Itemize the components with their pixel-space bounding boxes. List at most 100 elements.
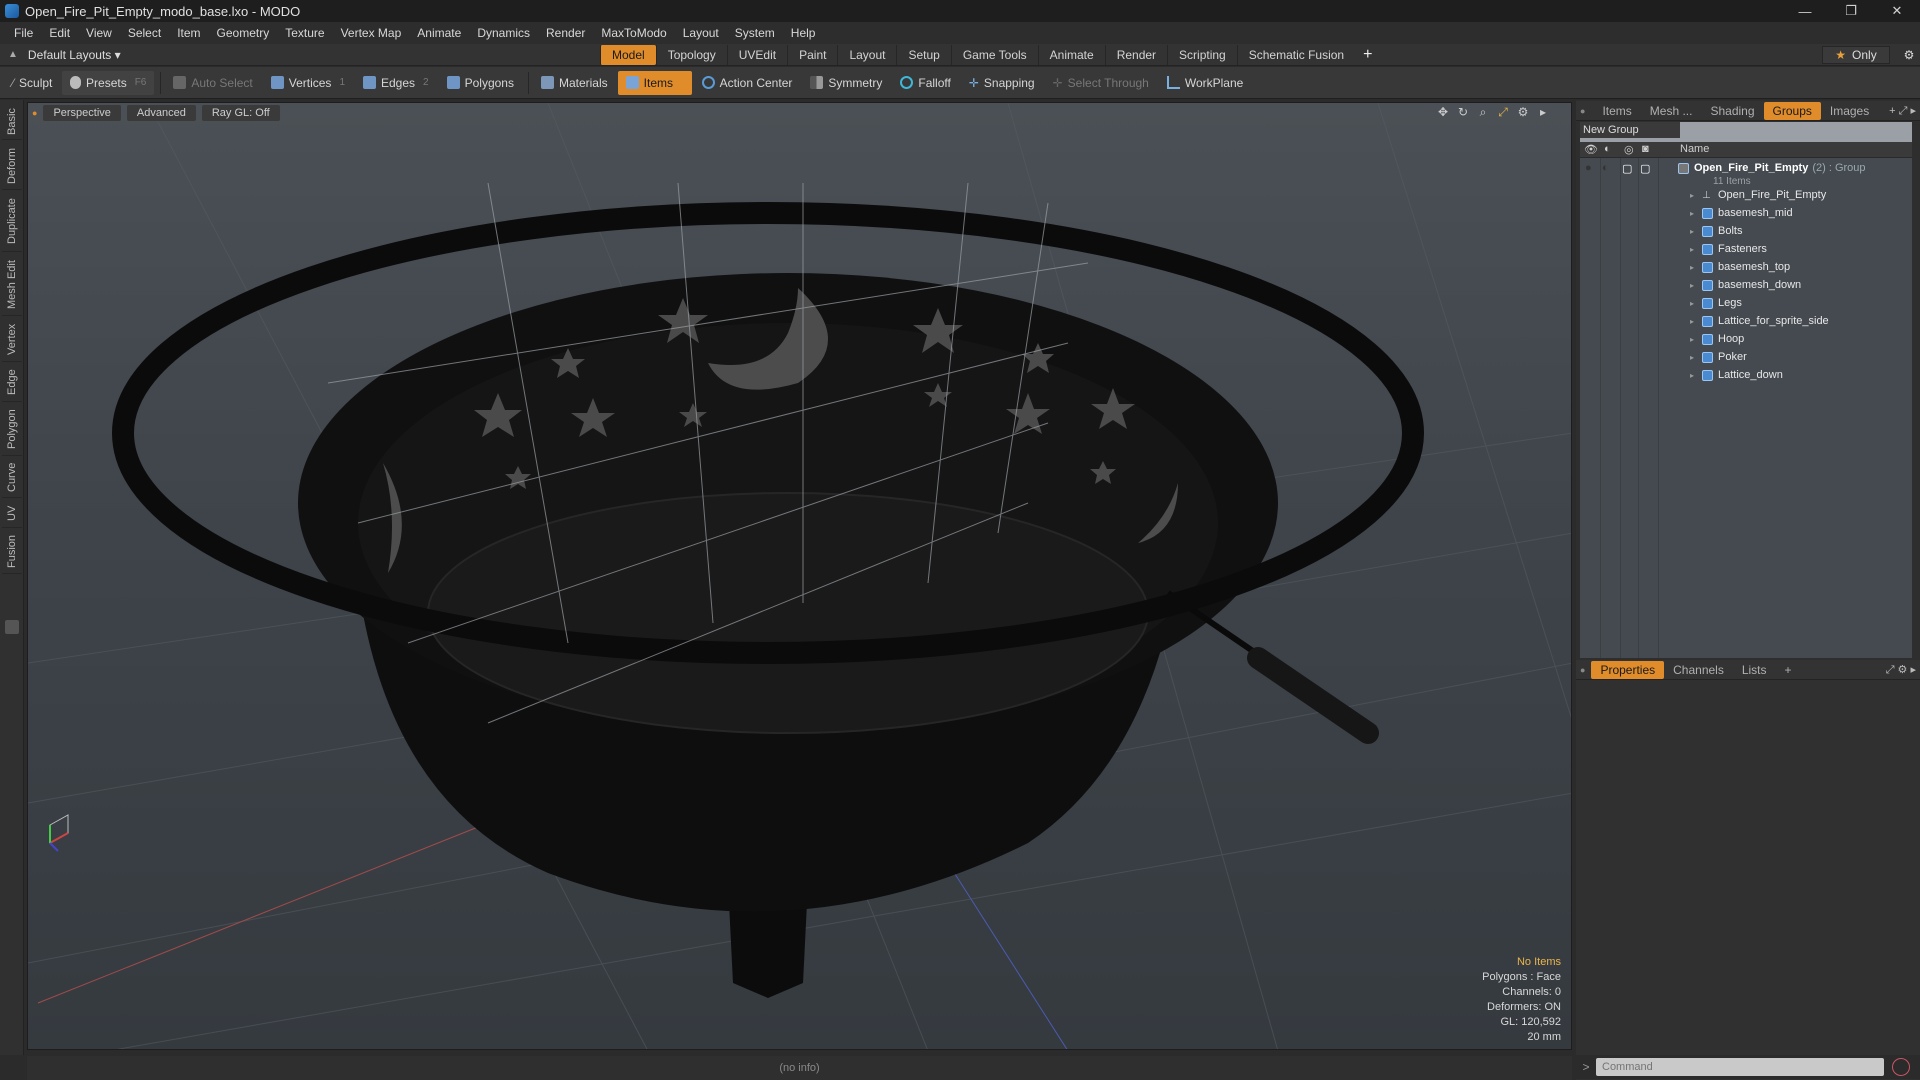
layout-selector[interactable]: ▲ Default Layouts ▾ [0,48,600,62]
vtab-polygon[interactable]: Polygon [2,404,22,456]
view-mode-button[interactable]: Perspective [43,105,121,121]
menu-view[interactable]: View [78,22,120,44]
rotate-icon[interactable]: ↻ [1453,105,1473,120]
presets-button[interactable]: Presets F6 [62,70,155,95]
vtab-edge[interactable]: Edge [2,364,22,402]
vtab-fusion[interactable]: Fusion [2,530,22,574]
sculpt-button[interactable]: ⁄ Sculpt [4,71,60,95]
tab-animate[interactable]: Animate [1037,44,1105,65]
viewport-settings-icon[interactable]: ⚙ [1513,105,1533,120]
vtab-duplicate[interactable]: Duplicate [2,192,22,252]
tab-setup[interactable]: Setup [896,44,950,65]
expand-icon[interactable]: ▸ [1690,299,1698,308]
tab-model[interactable]: Model [600,44,656,65]
tab-mesh[interactable]: Mesh ... [1641,102,1702,120]
menu-edit[interactable]: Edit [41,22,78,44]
tab-groups[interactable]: Groups [1763,101,1821,120]
expand-icon[interactable]: ▸ [1690,245,1698,254]
panel-menu-icon[interactable]: ● [1580,665,1585,675]
lock-col-icon[interactable]: ◎ [1624,143,1638,157]
list-item[interactable]: ▸ Legs [1580,294,1912,312]
tab-channels[interactable]: Channels [1664,661,1733,679]
menu-item[interactable]: Item [169,22,208,44]
maximize-button[interactable]: ❐ [1828,0,1874,22]
menu-texture[interactable]: Texture [277,22,332,44]
auto-select-button[interactable]: Auto Select [165,71,260,95]
render-col-icon[interactable]: ◐ [1604,143,1618,157]
expand-icon[interactable]: ▸ [1690,335,1698,344]
falloff-button[interactable]: Falloff [892,71,958,95]
menu-file[interactable]: File [6,22,41,44]
shading-mode-button[interactable]: Advanced [126,105,196,121]
new-group-button[interactable]: New Group [1580,122,1680,138]
materials-button[interactable]: Materials [533,71,616,95]
menu-maxtomodo[interactable]: MaxToModo [593,22,674,44]
panel-toggle-icon[interactable] [5,620,19,634]
vtab-deform[interactable]: Deform [2,142,22,190]
menu-geometry[interactable]: Geometry [209,22,278,44]
command-input[interactable] [1596,1058,1884,1076]
close-button[interactable]: ✕ [1874,0,1920,22]
list-item[interactable]: ▸ ⊥ Open_Fire_Pit_Empty [1580,186,1912,204]
tab-topology[interactable]: Topology [655,44,727,65]
tab-paint[interactable]: Paint [787,44,837,65]
select-col-icon[interactable]: ◙ [1642,143,1656,157]
tab-scripting[interactable]: Scripting [1167,44,1237,65]
zoom-icon[interactable]: ⌕ [1473,105,1493,120]
vtab-uv[interactable]: UV [2,500,22,528]
expand-icon[interactable]: ▸ [1690,371,1698,380]
raygl-button[interactable]: Ray GL: Off [201,105,280,121]
vertices-button[interactable]: Vertices 1 [263,71,353,95]
panel-tools-icons[interactable]: + ⤢ ▸ [1889,104,1916,118]
list-item[interactable]: ▸ Lattice_down [1580,366,1912,384]
list-item[interactable]: ▸ basemesh_top [1580,258,1912,276]
tab-uvedit[interactable]: UVEdit [726,44,787,65]
menu-render[interactable]: Render [538,22,593,44]
tab-images[interactable]: Images [1821,102,1878,120]
menu-select[interactable]: Select [120,22,169,44]
tab-properties[interactable]: Properties [1591,660,1665,679]
pan-icon[interactable]: ✥ [1433,105,1453,120]
expand-icon[interactable]: ▸ [1690,227,1698,236]
list-item[interactable]: ▸ Poker [1580,348,1912,366]
add-tab-icon[interactable]: + [1355,46,1380,64]
only-toggle[interactable]: ★ Only [1822,46,1890,64]
list-item[interactable]: ▸ Bolts [1580,222,1912,240]
tab-items[interactable]: Items [1593,102,1640,120]
symmetry-button[interactable]: Symmetry [802,71,890,95]
vtab-curve[interactable]: Curve [2,458,22,498]
list-item[interactable]: ▸ basemesh_mid [1580,204,1912,222]
expand-icon[interactable]: ▸ [1690,317,1698,326]
items-button[interactable]: Items [617,70,692,95]
tab-lists[interactable]: Lists [1733,661,1776,679]
tab-render[interactable]: Render [1104,44,1167,65]
menu-dynamics[interactable]: Dynamics [469,22,538,44]
vtab-vertex[interactable]: Vertex [2,318,22,362]
visibility-col-icon[interactable]: 👁 [1584,143,1598,157]
tab-schematic-fusion[interactable]: Schematic Fusion [1236,44,1355,65]
viewport-menu-icon[interactable]: ● [32,108,37,118]
gear-icon[interactable]: ⚙ [1898,48,1920,62]
vtab-mesh-edit[interactable]: Mesh Edit [2,254,22,316]
viewport-expand-icon[interactable]: ▸ [1533,105,1553,120]
tab-layout[interactable]: Layout [837,44,896,65]
menu-system[interactable]: System [727,22,783,44]
list-item[interactable]: ▸ Fasteners [1580,240,1912,258]
minimize-button[interactable]: — [1782,0,1828,22]
vtab-basic[interactable]: Basic [2,104,22,140]
panel-tools-icons[interactable]: ⤢ ⚙ ▸ [1886,663,1916,677]
list-item[interactable]: ▸ basemesh_down [1580,276,1912,294]
menu-animate[interactable]: Animate [409,22,469,44]
polygons-button[interactable]: Polygons [439,71,522,95]
menu-layout[interactable]: Layout [675,22,727,44]
snapping-button[interactable]: ✛ Snapping [961,71,1043,95]
menu-help[interactable]: Help [783,22,824,44]
expand-icon[interactable]: ▸ [1690,281,1698,290]
add-tab-icon[interactable]: + [1776,661,1801,679]
list-item[interactable]: ▸ Hoop [1580,330,1912,348]
tab-shading[interactable]: Shading [1701,102,1763,120]
expand-icon[interactable]: ▸ [1690,353,1698,362]
expand-icon[interactable]: ▸ [1690,263,1698,272]
action-center-button[interactable]: Action Center [694,71,801,95]
edges-button[interactable]: Edges 2 [355,71,437,95]
